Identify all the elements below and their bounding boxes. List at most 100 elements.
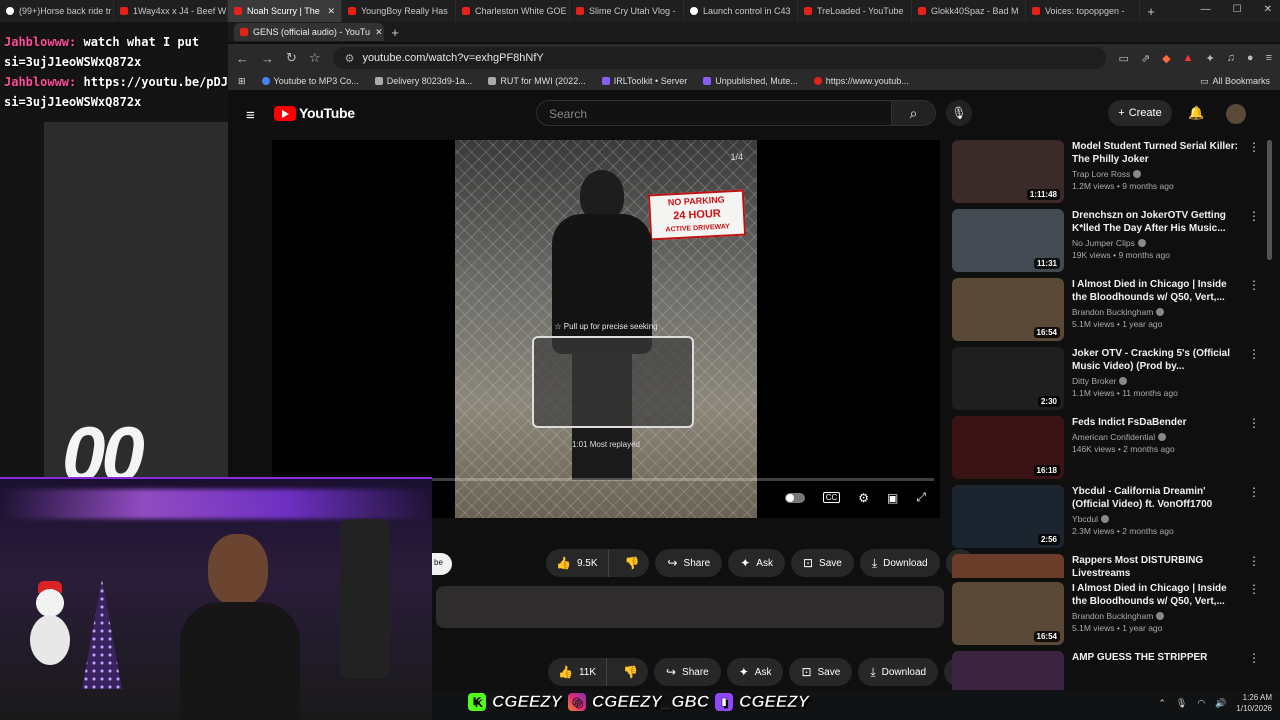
recommended-video[interactable]: 3:33 Rappers Most DISTURBING Livestreams ⋮ bbox=[952, 554, 1264, 578]
save-button[interactable]: ⊡ Save bbox=[789, 658, 853, 686]
inner-tab[interactable]: GENS (official audio) - YouTu ✕ bbox=[234, 23, 384, 41]
browser-tab[interactable]: Voices: topoppgen - bbox=[1026, 0, 1140, 22]
puzzle-icon[interactable]: ✦ bbox=[1205, 52, 1214, 65]
bookmark-item[interactable]: IRLToolkit • Server bbox=[601, 76, 687, 86]
ask-button[interactable]: ✦ Ask bbox=[728, 549, 785, 577]
more-options-icon[interactable]: ⋮ bbox=[1248, 140, 1260, 154]
video-title[interactable]: Feds Indict FsDaBender bbox=[1072, 416, 1244, 429]
close-icon[interactable]: ✕ bbox=[1264, 4, 1272, 15]
save-button[interactable]: ⊡ Save bbox=[790, 549, 854, 577]
browser-tab[interactable]: 1Way4xx x J4 - Beef W bbox=[114, 0, 228, 22]
video-thumbnail[interactable]: 16:54 bbox=[952, 278, 1064, 341]
recommended-video[interactable]: 2:56 Ybcdul - California Dreamin' (Offici… bbox=[952, 485, 1264, 554]
all-bookmarks[interactable]: ▭ All Bookmarks bbox=[1200, 76, 1270, 87]
share-button[interactable]: ↪ Share bbox=[655, 549, 723, 577]
channel-name[interactable]: Ditty Broker bbox=[1072, 376, 1116, 386]
channel-name[interactable]: Trap Lore Ross bbox=[1072, 169, 1130, 179]
back-icon[interactable]: ← bbox=[236, 51, 249, 66]
video-thumbnail[interactable]: 3:33 bbox=[952, 554, 1064, 578]
bookmark-item[interactable]: Youtube to MP3 Co... bbox=[261, 76, 359, 86]
mic-tray-icon[interactable]: 🎙 bbox=[1176, 698, 1187, 709]
video-title[interactable]: Joker OTV - Cracking 5's (Official Music… bbox=[1072, 347, 1244, 373]
volume-icon[interactable]: 🔊 bbox=[1215, 698, 1226, 709]
maximize-icon[interactable]: ☐ bbox=[1233, 4, 1242, 15]
settings-gear-icon[interactable]: ⚙ bbox=[858, 491, 869, 505]
autoplay-toggle[interactable] bbox=[784, 492, 805, 503]
video-title[interactable]: Rappers Most DISTURBING Livestreams bbox=[1072, 554, 1244, 578]
bookmark-item[interactable]: https://www.youtub... bbox=[813, 76, 909, 86]
reload-icon[interactable]: ↻ bbox=[286, 50, 297, 66]
recommended-video[interactable]: 16:54 I Almost Died in Chicago | Inside t… bbox=[952, 278, 1264, 347]
site-info-icon[interactable]: ⚙ bbox=[345, 52, 355, 65]
channel-name[interactable]: Brandon Buckingham bbox=[1072, 307, 1153, 317]
channel-name[interactable]: Ybcdul bbox=[1072, 514, 1098, 524]
recommended-video[interactable]: 16:54 I Almost Died in Chicago | Inside t… bbox=[952, 582, 1264, 651]
video-title[interactable]: I Almost Died in Chicago | Inside the Bl… bbox=[1072, 278, 1244, 304]
download-button[interactable]: ⤓ Download bbox=[858, 658, 939, 686]
video-thumbnail[interactable]: 16:54 bbox=[952, 582, 1064, 645]
subscribe-button-fragment[interactable]: be bbox=[432, 553, 452, 575]
search-input[interactable]: Search bbox=[536, 100, 892, 126]
bookmark-item[interactable]: RUT for MWI (2022... bbox=[488, 76, 586, 86]
share-button[interactable]: ↪ Share bbox=[653, 658, 721, 686]
more-options-icon[interactable]: ⋮ bbox=[1248, 582, 1260, 596]
like-button[interactable]: 👍 11K bbox=[548, 658, 608, 686]
video-thumbnail[interactable]: 16:18 bbox=[952, 416, 1064, 479]
minimize-icon[interactable]: — bbox=[1201, 4, 1211, 15]
menu-icon[interactable]: ≡ bbox=[1266, 52, 1272, 65]
browser-tab[interactable]: Glokk40Spaz - Bad M bbox=[912, 0, 1026, 22]
browser-tab[interactable]: Charleston White GOE bbox=[456, 0, 570, 22]
recommended-video[interactable]: 16:18 Feds Indict FsDaBender American Conf… bbox=[952, 416, 1264, 485]
system-clock[interactable]: 1:26 AM 1/10/2026 bbox=[1236, 692, 1272, 714]
browser-tab[interactable]: Slime Cry Utah Vlog - bbox=[570, 0, 684, 22]
wifi-icon[interactable]: ◠ bbox=[1197, 698, 1205, 709]
browser-tab[interactable]: TreLoaded - YouTube bbox=[798, 0, 912, 22]
avatar[interactable] bbox=[1226, 104, 1246, 124]
bookmark-item[interactable]: Unpublished, Mute... bbox=[703, 76, 798, 86]
video-thumbnail[interactable]: 2:56 bbox=[952, 485, 1064, 548]
notifications-bell-icon[interactable]: 🔔 bbox=[1188, 105, 1204, 121]
video-player[interactable]: NO PARKING 24 HOUR ACTIVE DRIVEWAY 1/4 ☆… bbox=[272, 140, 940, 518]
more-options-icon[interactable]: ⋮ bbox=[1248, 651, 1260, 665]
bookmark-item[interactable]: Delivery 8023d9-1a... bbox=[374, 76, 472, 86]
progress-bar[interactable] bbox=[432, 478, 934, 481]
more-options-icon[interactable]: ⋮ bbox=[1248, 554, 1260, 568]
ask-button[interactable]: ✦ Ask bbox=[726, 658, 784, 686]
forward-icon[interactable]: → bbox=[261, 51, 274, 66]
address-bar[interactable]: ⚙ youtube.com/watch?v=exhgPF8hNfY bbox=[332, 47, 1107, 69]
browser-tab[interactable]: (99+)Horse back ride tr bbox=[0, 0, 114, 22]
miniplayer-icon[interactable]: ▣ bbox=[887, 491, 898, 505]
media-icon[interactable]: ♫ bbox=[1227, 52, 1235, 65]
download-button[interactable]: ⤓ Download bbox=[859, 549, 940, 577]
cast-icon[interactable]: ▭ bbox=[1118, 52, 1128, 65]
dislike-button[interactable]: 👎 bbox=[615, 556, 650, 570]
browser-tab[interactable]: Noah Scurry | The ✕ bbox=[228, 0, 342, 22]
new-tab-icon[interactable]: + bbox=[384, 25, 406, 40]
video-thumbnail[interactable]: 11:31 bbox=[952, 209, 1064, 272]
video-title[interactable]: AMP GUESS THE STRIPPER bbox=[1072, 651, 1244, 664]
video-title[interactable]: Ybcdul - California Dreamin' (Official V… bbox=[1072, 485, 1244, 511]
channel-name[interactable]: Brandon Buckingham bbox=[1072, 611, 1153, 621]
captions-icon[interactable]: CC bbox=[822, 492, 841, 503]
profile-icon[interactable]: ● bbox=[1247, 52, 1254, 65]
browser-tab[interactable]: Launch control in C43 bbox=[684, 0, 798, 22]
new-tab-icon[interactable]: + bbox=[1140, 4, 1162, 19]
more-options-icon[interactable]: ⋮ bbox=[1248, 485, 1260, 499]
tab-close-icon[interactable]: ✕ bbox=[375, 27, 383, 38]
recommended-video[interactable]: 1:11:48 Model Student Turned Serial Kille… bbox=[952, 140, 1264, 209]
search-button[interactable]: ⌕ bbox=[892, 100, 936, 126]
sidebar-scrollbar[interactable] bbox=[1267, 140, 1272, 260]
chevron-up-icon[interactable]: ⌃ bbox=[1158, 698, 1166, 709]
bookmark-star-icon[interactable]: ☆ bbox=[309, 50, 321, 66]
youtube-logo[interactable]: YouTube bbox=[274, 105, 355, 121]
create-button[interactable]: + Create bbox=[1108, 100, 1172, 126]
video-title[interactable]: I Almost Died in Chicago | Inside the Bl… bbox=[1072, 582, 1244, 608]
video-title[interactable]: Model Student Turned Serial Killer: The … bbox=[1072, 140, 1244, 166]
video-thumbnail[interactable] bbox=[952, 651, 1064, 690]
video-title[interactable]: Drenchszn on JokerOTV Getting K*lled The… bbox=[1072, 209, 1244, 235]
share-page-icon[interactable]: ⇗ bbox=[1141, 52, 1150, 65]
recommended-video[interactable]: 2:30 Joker OTV - Cracking 5's (Official M… bbox=[952, 347, 1264, 416]
tab-close-icon[interactable]: ✕ bbox=[327, 6, 335, 17]
video-thumbnail[interactable]: 2:30 bbox=[952, 347, 1064, 410]
brave-rewards-icon[interactable]: ▲ bbox=[1183, 52, 1194, 65]
